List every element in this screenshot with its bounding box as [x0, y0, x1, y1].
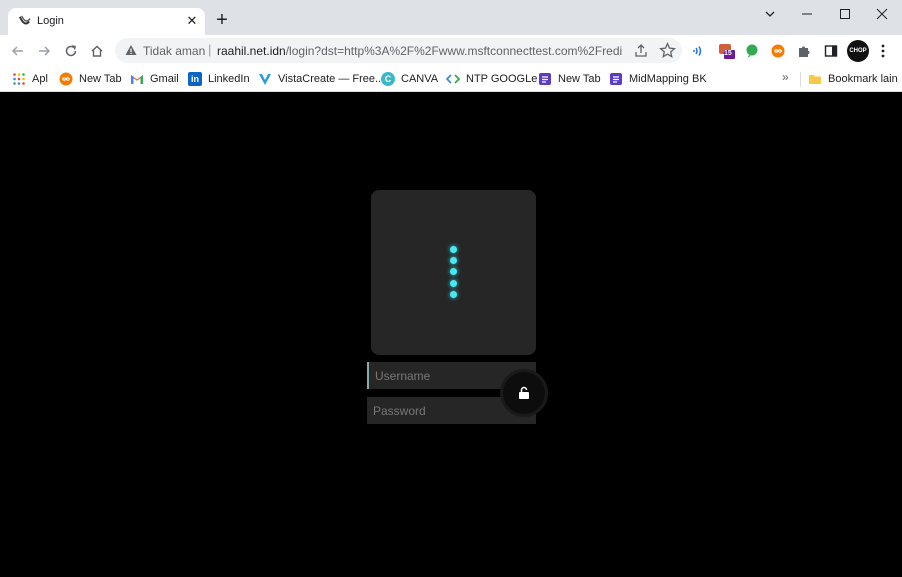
- extensions-menu-button[interactable]: [795, 42, 813, 60]
- site-favicon-icon: [18, 15, 31, 25]
- bookmark-star-icon[interactable]: [659, 42, 676, 59]
- security-label[interactable]: Tidak aman: [143, 44, 205, 58]
- browser-window: Login ✕ + Tidak aman | raahil.net.idn/lo…: [0, 0, 902, 577]
- purple-box-icon: [539, 73, 551, 85]
- unlock-icon: [519, 386, 529, 399]
- browser-toolbar: Tidak aman | raahil.net.idn/login?dst=ht…: [0, 35, 902, 66]
- tab-close-icon[interactable]: ✕: [184, 13, 200, 29]
- tab-search-button[interactable]: [750, 0, 790, 28]
- kebab-menu-icon: [881, 44, 885, 58]
- bookmark-label: CANVA: [401, 73, 439, 85]
- vistacreate-icon: [259, 74, 271, 85]
- reload-icon: [65, 45, 77, 57]
- bookmark-label: MidMapping BK: [629, 73, 707, 85]
- close-window-button[interactable]: [862, 0, 902, 28]
- infinity-icon: [771, 44, 785, 58]
- extension-infinity[interactable]: [769, 42, 787, 60]
- sound-waves-icon: [693, 46, 702, 56]
- ntp-icon: [446, 74, 460, 84]
- bookmark-gmail[interactable]: Gmail: [130, 70, 179, 88]
- minimize-icon: [802, 13, 812, 15]
- profile-label: CHOP: [849, 48, 867, 54]
- forward-button[interactable]: [32, 39, 56, 63]
- bookmark-apl[interactable]: Apl: [12, 70, 48, 88]
- back-button[interactable]: [6, 39, 30, 63]
- warning-icon: [125, 45, 137, 55]
- bookmark-label: Gmail: [150, 73, 179, 85]
- bookmarks-overflow-button[interactable]: »: [782, 70, 789, 84]
- url-path: /login?dst=http%3A%2F%2Fwww.msftconnectt…: [285, 44, 622, 58]
- new-tab-button[interactable]: +: [212, 10, 232, 30]
- side-panel-button[interactable]: [822, 42, 840, 60]
- url-host: raahil.net.idn: [217, 44, 286, 58]
- bookmark-vistacreate[interactable]: VistaCreate — Free...: [258, 70, 384, 88]
- reload-button[interactable]: [59, 39, 83, 63]
- bookmark-ntp-google[interactable]: NTP GOOGLe: [446, 70, 537, 88]
- chevron-down-icon: [765, 11, 775, 17]
- page-content: [0, 92, 902, 577]
- home-icon: [91, 45, 103, 57]
- bookmark-other-folder[interactable]: Bookmark lain: [808, 70, 898, 88]
- bookmark-new-tab[interactable]: New Tab: [59, 70, 122, 88]
- home-button[interactable]: [85, 39, 109, 63]
- share-icon[interactable]: [633, 43, 649, 59]
- loader-dot: [450, 246, 457, 253]
- bookmark-label: LinkedIn: [208, 73, 250, 85]
- address-bar[interactable]: Tidak aman | raahil.net.idn/login?dst=ht…: [115, 38, 682, 63]
- folder-icon: [809, 75, 821, 84]
- address-separator: |: [208, 42, 212, 57]
- bookmark-linkedin[interactable]: in LinkedIn: [188, 70, 250, 88]
- bookmark-canva[interactable]: C CANVA: [381, 70, 438, 88]
- bookmark-label: New Tab: [558, 73, 601, 85]
- purple-box-icon: [610, 73, 622, 85]
- bookmark-label: Apl: [32, 73, 48, 85]
- arrow-left-icon: [11, 46, 23, 56]
- loader-dot: [450, 280, 457, 287]
- puzzle-icon: [799, 46, 810, 57]
- bookmark-label: Bookmark lain: [828, 73, 898, 85]
- gmail-icon: [131, 75, 143, 84]
- canva-icon: C: [381, 72, 395, 86]
- extension-green[interactable]: [743, 42, 761, 60]
- arrow-right-icon: [39, 46, 51, 56]
- tab-title: Login: [37, 15, 64, 27]
- bookmark-label: New Tab: [79, 73, 122, 85]
- browser-menu-button[interactable]: [874, 42, 892, 60]
- bookmark-midmapping[interactable]: MidMapping BK: [609, 70, 707, 88]
- maximize-icon: [840, 9, 850, 19]
- extension-badge: 15: [724, 50, 732, 57]
- loader-dot: [450, 257, 457, 264]
- side-panel-icon: [824, 45, 838, 57]
- extension-calendar[interactable]: 15: [718, 42, 736, 60]
- bookmarks-divider: [800, 72, 801, 87]
- bookmarks-bar: Apl New Tab Gmail in LinkedIn VistaCreat…: [0, 66, 902, 92]
- green-leaf-icon: [746, 44, 758, 58]
- loading-panel: [371, 190, 536, 355]
- bookmark-new-tab-2[interactable]: New Tab: [538, 70, 601, 88]
- tab-login[interactable]: Login ✕: [8, 8, 205, 35]
- apps-grid-icon: [13, 73, 25, 85]
- minimize-button[interactable]: [787, 0, 827, 28]
- url-text[interactable]: raahil.net.idn/login?dst=http%3A%2F%2Fww…: [217, 44, 622, 58]
- bookmark-label: NTP GOOGLe: [466, 73, 538, 85]
- maximize-button[interactable]: [825, 0, 865, 28]
- infinity-icon: [59, 72, 73, 86]
- extension-audio[interactable]: [690, 42, 708, 60]
- tab-strip: Login ✕ +: [0, 0, 902, 35]
- profile-avatar[interactable]: CHOP: [847, 40, 869, 62]
- linkedin-icon: in: [188, 72, 202, 86]
- loader-dot: [450, 268, 457, 275]
- loader-dot: [450, 291, 457, 298]
- login-button[interactable]: [497, 366, 551, 420]
- close-icon: [876, 8, 888, 20]
- bookmark-label: VistaCreate — Free...: [278, 73, 385, 85]
